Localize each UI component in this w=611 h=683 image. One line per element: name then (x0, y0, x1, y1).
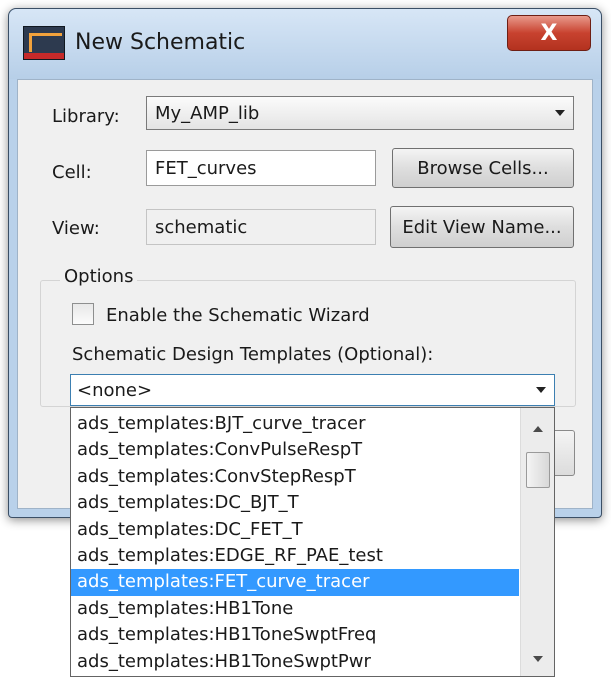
view-label: View: (52, 218, 100, 239)
list-item[interactable]: ads_templates:EDGE_RF_PAE_test (71, 543, 519, 569)
scrollbar-thumb[interactable] (526, 452, 550, 488)
list-item[interactable]: ads_templates:HB1ToneSwptFreq (71, 622, 519, 648)
edit-view-name-button[interactable]: Edit View Name... (390, 206, 574, 248)
list-item[interactable]: ads_templates:HB1ToneSwptPwr (71, 649, 519, 675)
scroll-up-arrow-icon[interactable] (533, 426, 543, 432)
templates-select[interactable]: <none> (70, 374, 555, 406)
list-item[interactable]: ads_templates:ConvStepRespT (71, 464, 519, 490)
templates-select-value: <none> (77, 379, 153, 401)
dialog-title: New Schematic (75, 30, 246, 55)
scroll-down-arrow-icon[interactable] (533, 656, 543, 662)
library-select-value: My_AMP_lib (155, 102, 260, 124)
cell-label: Cell: (52, 162, 92, 183)
templates-dropdown-list: ads_templates:BJT_curve_tracer ads_templ… (70, 407, 555, 677)
schematic-wizard-checkbox[interactable] (72, 303, 94, 325)
ads-app-icon (23, 26, 65, 60)
library-label: Library: (52, 106, 120, 127)
library-select[interactable]: My_AMP_lib (146, 96, 574, 130)
view-input: schematic (146, 209, 376, 245)
list-item-selected[interactable]: ads_templates:FET_curve_tracer (71, 569, 519, 596)
list-item[interactable]: ads_templates:HB1Tone (71, 596, 519, 622)
close-button[interactable]: X (507, 15, 591, 51)
list-item[interactable]: ads_templates:DC_FET_T (71, 517, 519, 543)
chevron-down-icon (536, 387, 546, 393)
templates-label: Schematic Design Templates (Optional): (72, 344, 434, 365)
title-bar[interactable]: New Schematic X (9, 9, 601, 79)
cell-input[interactable]: FET_curves (146, 150, 376, 186)
options-group-label: Options (60, 266, 138, 287)
schematic-wizard-label[interactable]: Enable the Schematic Wizard (106, 305, 370, 326)
list-item[interactable]: ads_templates:ConvPulseRespT (71, 437, 519, 463)
list-item[interactable]: ads_templates:BJT_curve_tracer (71, 411, 519, 437)
browse-cells-button[interactable]: Browse Cells... (392, 148, 574, 188)
chevron-down-icon (555, 110, 565, 116)
list-item[interactable]: ads_templates:DC_BJT_T (71, 490, 519, 516)
dropdown-scrollbar[interactable] (520, 408, 554, 676)
